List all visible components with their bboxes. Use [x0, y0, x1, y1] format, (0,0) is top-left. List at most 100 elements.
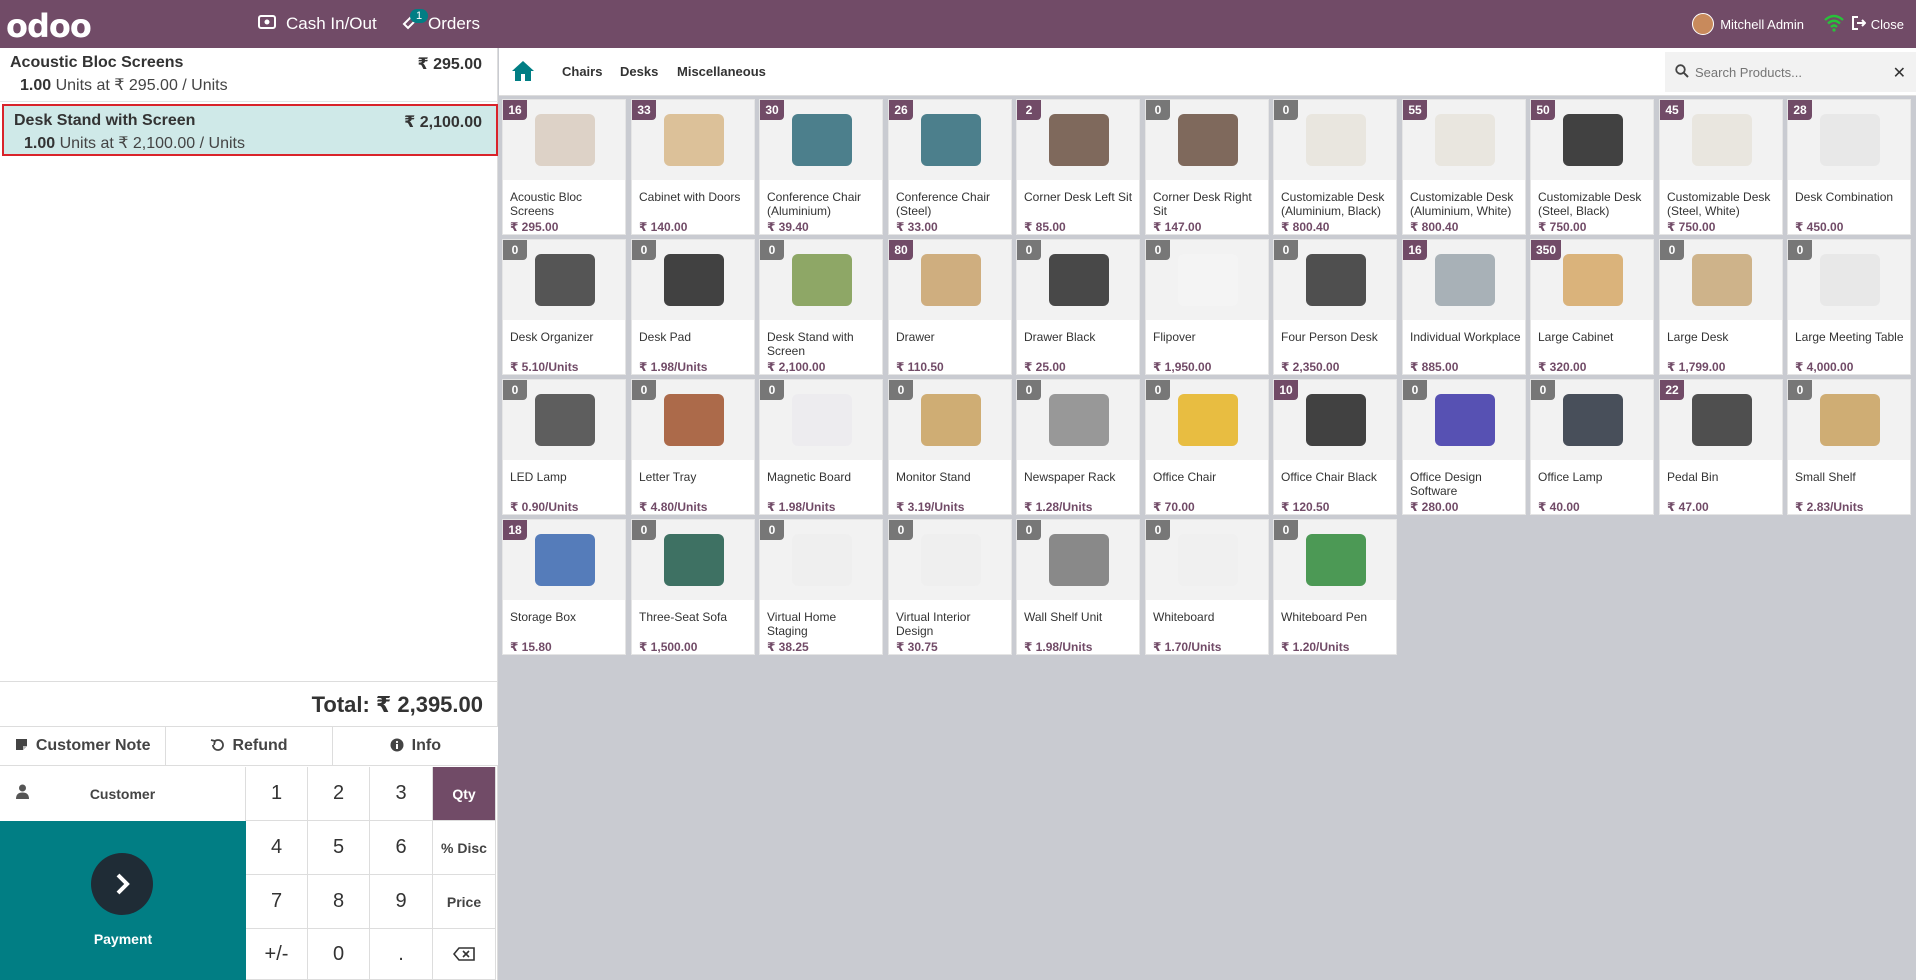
product-card[interactable]: 10 Office Chair Black ₹ 120.50	[1273, 379, 1397, 515]
customer-note-button[interactable]: Customer Note	[0, 727, 167, 765]
order-line-selected[interactable]: Desk Stand with Screen ₹ 2,100.00 1.00 U…	[2, 104, 498, 156]
product-price: ₹ 750.00	[1538, 220, 1587, 234]
numpad-key-6[interactable]: 6	[370, 821, 433, 875]
product-card[interactable]: 45 Customizable Desk (Steel, White) ₹ 750.…	[1659, 99, 1783, 235]
product-card[interactable]: 0 Office Chair ₹ 70.00	[1145, 379, 1269, 515]
numpad-key-8[interactable]: 8	[308, 875, 370, 929]
product-card[interactable]: 0 Small Shelf ₹ 2.83/Units	[1787, 379, 1911, 515]
numpad-mode-price[interactable]: Price	[433, 875, 496, 929]
clear-search-icon[interactable]: ✕	[1893, 63, 1906, 83]
product-name: Pedal Bin	[1667, 470, 1719, 484]
category-miscellaneous[interactable]: Miscellaneous	[677, 64, 766, 79]
numpad-key-7[interactable]: 7	[246, 875, 308, 929]
order-line-price: ₹ 2,100.00	[404, 114, 482, 131]
refund-button[interactable]: Refund	[166, 727, 333, 765]
product-card[interactable]: 0 Desk Stand with Screen ₹ 2,100.00	[759, 239, 883, 375]
product-card[interactable]: 0 Newspaper Rack ₹ 1.28/Units	[1016, 379, 1140, 515]
numpad-key-2[interactable]: 2	[308, 767, 370, 821]
payment-button[interactable]: Payment	[0, 821, 246, 980]
numpad-key-4[interactable]: 4	[246, 821, 308, 875]
product-price: ₹ 450.00	[1795, 220, 1844, 234]
stock-badge: 0	[1146, 240, 1170, 260]
order-line[interactable]: Acoustic Bloc Screens ₹ 295.00 1.00 Unit…	[0, 48, 498, 100]
cash-in-out-label: Cash In/Out	[286, 14, 377, 33]
numpad-key-3[interactable]: 3	[370, 767, 433, 821]
product-name: Newspaper Rack	[1024, 470, 1116, 484]
close-button[interactable]: Close	[1851, 0, 1904, 48]
product-card[interactable]: 0 Desk Organizer ₹ 5.10/Units	[502, 239, 626, 375]
product-pane: Chairs Desks Miscellaneous ✕ 16 Acoustic …	[499, 48, 1916, 980]
product-card[interactable]: 350 Large Cabinet ₹ 320.00	[1530, 239, 1654, 375]
backspace-button[interactable]	[433, 929, 496, 980]
home-icon[interactable]	[511, 60, 535, 82]
product-card[interactable]: 0 Whiteboard ₹ 1.70/Units	[1145, 519, 1269, 655]
product-card[interactable]: 0 Letter Tray ₹ 4.80/Units	[631, 379, 755, 515]
category-chairs[interactable]: Chairs	[562, 64, 602, 79]
order-line-unit-info: Units at ₹ 2,100.00 / Units	[55, 135, 245, 152]
product-card[interactable]: 0 Monitor Stand ₹ 3.19/Units	[888, 379, 1012, 515]
product-card[interactable]: 18 Storage Box ₹ 15.80	[502, 519, 626, 655]
product-card[interactable]: 0 Four Person Desk ₹ 2,350.00	[1273, 239, 1397, 375]
product-card[interactable]: 26 Conference Chair (Steel) ₹ 33.00	[888, 99, 1012, 235]
product-name: Desk Pad	[639, 330, 692, 344]
user-name: Mitchell Admin	[1720, 16, 1804, 32]
product-card[interactable]: 0 Drawer Black ₹ 25.00	[1016, 239, 1140, 375]
product-card[interactable]: 2 Corner Desk Left Sit ₹ 85.00	[1016, 99, 1140, 235]
info-button[interactable]: Info	[332, 727, 498, 765]
sign-out-icon	[1851, 15, 1867, 33]
product-price: ₹ 4,000.00	[1795, 360, 1854, 374]
customer-button[interactable]: Customer	[0, 767, 246, 821]
product-price: ₹ 85.00	[1024, 220, 1066, 234]
product-card[interactable]: 16 Acoustic Bloc Screens ₹ 295.00	[502, 99, 626, 235]
product-card[interactable]: 0 Virtual Interior Design ₹ 30.75	[888, 519, 1012, 655]
product-card[interactable]: 0 Magnetic Board ₹ 1.98/Units	[759, 379, 883, 515]
cash-in-out-button[interactable]: Cash In/Out	[258, 0, 377, 48]
product-card[interactable]: 50 Customizable Desk (Steel, Black) ₹ 750.…	[1530, 99, 1654, 235]
product-card[interactable]: 16 Individual Workplace ₹ 885.00	[1402, 239, 1526, 375]
product-card[interactable]: 0 Large Meeting Table ₹ 4,000.00	[1787, 239, 1911, 375]
product-card[interactable]: 0 Three-Seat Sofa ₹ 1,500.00	[631, 519, 755, 655]
product-card[interactable]: 0 Office Lamp ₹ 40.00	[1530, 379, 1654, 515]
numpad-key-0[interactable]: 0	[308, 929, 370, 980]
numpad-key-5[interactable]: 5	[308, 821, 370, 875]
product-card[interactable]: 28 Desk Combination ₹ 450.00	[1787, 99, 1911, 235]
product-price: ₹ 1.28/Units	[1024, 500, 1093, 514]
product-card[interactable]: 0 Flipover ₹ 1,950.00	[1145, 239, 1269, 375]
product-card[interactable]: 0 Customizable Desk (Aluminium, Black) ₹ 8…	[1273, 99, 1397, 235]
product-card[interactable]: 0 Large Desk ₹ 1,799.00	[1659, 239, 1783, 375]
product-price: ₹ 800.40	[1281, 220, 1330, 234]
product-card[interactable]: 22 Pedal Bin ₹ 47.00	[1659, 379, 1783, 515]
orders-button[interactable]: Orders	[402, 0, 480, 48]
search-input[interactable]	[1695, 64, 1885, 80]
numpad-key-1[interactable]: 1	[246, 767, 308, 821]
order-total: Total: ₹ 2,395.00	[311, 692, 483, 717]
product-card[interactable]: 0 LED Lamp ₹ 0.90/Units	[502, 379, 626, 515]
stock-badge: 0	[1531, 380, 1555, 400]
product-card[interactable]: 30 Conference Chair (Aluminium) ₹ 39.40	[759, 99, 883, 235]
stock-badge: 55	[1403, 100, 1427, 120]
product-card[interactable]: 0 Desk Pad ₹ 1.98/Units	[631, 239, 755, 375]
product-price: ₹ 295.00	[510, 220, 559, 234]
stock-badge: 30	[760, 100, 784, 120]
product-card[interactable]: 0 Office Design Software ₹ 280.00	[1402, 379, 1526, 515]
user-menu[interactable]: Mitchell Admin	[1692, 0, 1804, 48]
numpad-key-decimal[interactable]: .	[370, 929, 433, 980]
category-desks[interactable]: Desks	[620, 64, 658, 79]
product-card[interactable]: 0 Corner Desk Right Sit ₹ 147.00	[1145, 99, 1269, 235]
product-card[interactable]: 0 Whiteboard Pen ₹ 1.20/Units	[1273, 519, 1397, 655]
product-card[interactable]: 80 Drawer ₹ 110.50	[888, 239, 1012, 375]
stock-badge: 0	[760, 520, 784, 540]
product-card[interactable]: 33 Cabinet with Doors ₹ 140.00	[631, 99, 755, 235]
product-card[interactable]: 55 Customizable Desk (Aluminium, White) ₹ …	[1402, 99, 1526, 235]
numpad-key-plus-minus[interactable]: +/-	[246, 929, 308, 980]
product-card[interactable]: 0 Virtual Home Staging ₹ 38.25	[759, 519, 883, 655]
product-card[interactable]: 0 Wall Shelf Unit ₹ 1.98/Units	[1016, 519, 1140, 655]
product-name: Office Lamp	[1538, 470, 1603, 484]
numpad-key-9[interactable]: 9	[370, 875, 433, 929]
product-name: Customizable Desk (Steel, Black)	[1538, 190, 1642, 218]
odoo-logo: odoo	[6, 7, 92, 45]
numpad-mode-qty[interactable]: Qty	[433, 767, 496, 821]
order-line-unit-info: Units at ₹ 295.00 / Units	[51, 77, 228, 94]
numpad-mode-discount[interactable]: % Disc	[433, 821, 496, 875]
undo-icon	[210, 738, 225, 755]
